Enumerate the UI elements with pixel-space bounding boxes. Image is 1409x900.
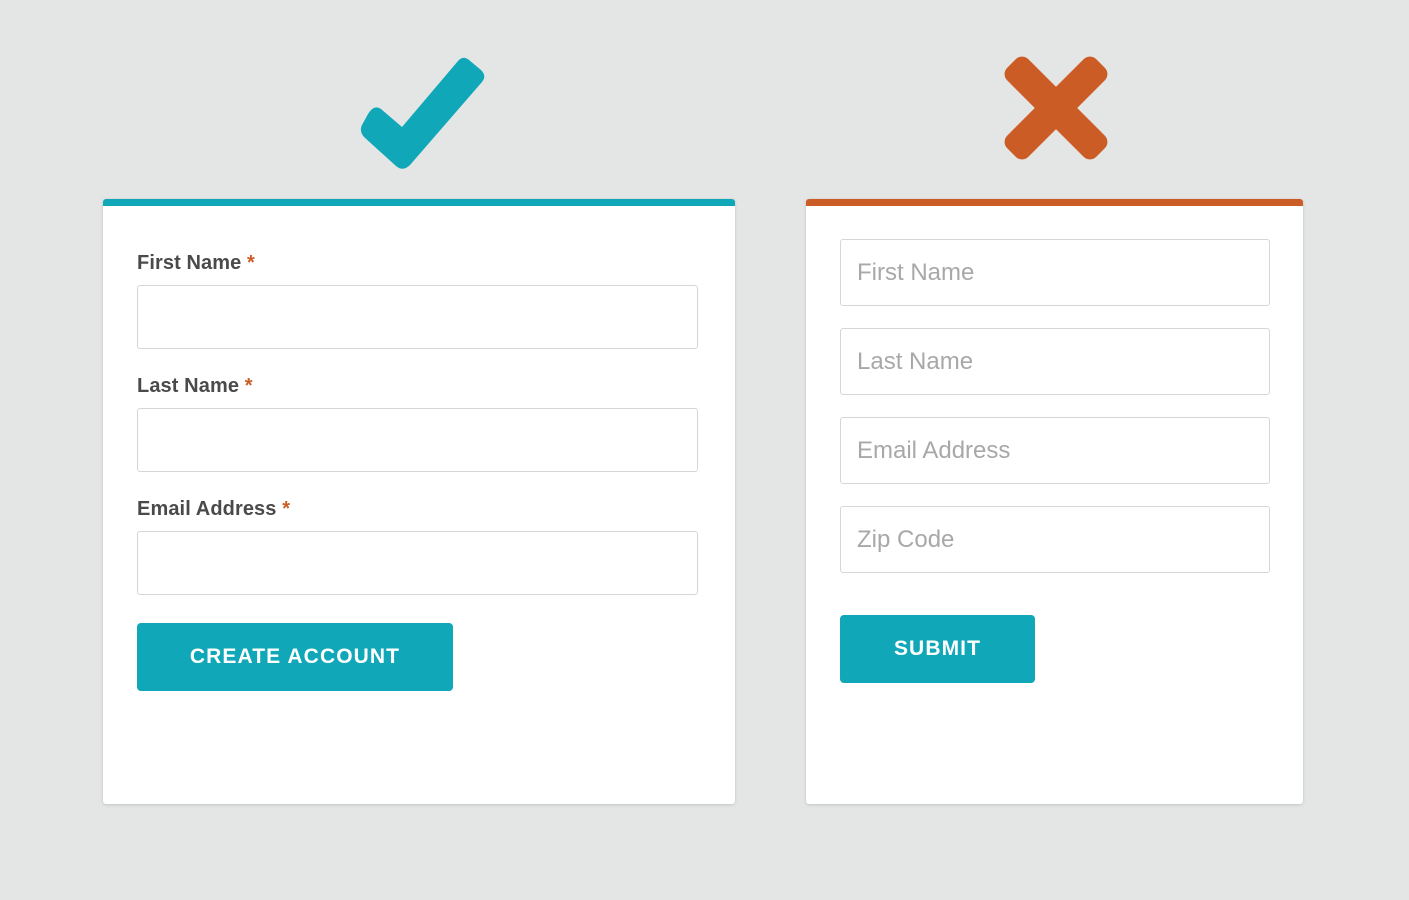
input-placeholder-email-address[interactable] xyxy=(840,417,1270,484)
label-email-address-text: Email Address xyxy=(137,498,277,520)
card-accent-bar-orange xyxy=(806,199,1303,206)
field-group-placeholder-first-name xyxy=(840,239,1270,306)
field-group-first-name: First Name * xyxy=(137,252,699,349)
field-group-placeholder-email-address xyxy=(840,417,1270,484)
checkmark-icon xyxy=(352,52,488,172)
input-last-name[interactable] xyxy=(137,408,698,472)
field-group-placeholder-last-name xyxy=(840,328,1270,395)
submit-button[interactable]: SUBMIT xyxy=(840,615,1035,683)
label-last-name-text: Last Name xyxy=(137,375,240,397)
required-asterisk-email-address: * xyxy=(282,498,291,520)
input-placeholder-zip-code[interactable] xyxy=(840,506,1270,573)
card-accent-bar-teal xyxy=(103,199,735,206)
label-email-address: Email Address * xyxy=(137,498,699,520)
good-form-card: First Name * Last Name * Email Address *… xyxy=(103,199,735,804)
input-placeholder-last-name[interactable] xyxy=(840,328,1270,395)
field-group-email-address: Email Address * xyxy=(137,498,699,595)
create-account-button[interactable]: CREATE ACCOUNT xyxy=(137,623,453,691)
label-last-name: Last Name * xyxy=(137,375,699,397)
input-first-name[interactable] xyxy=(137,285,698,349)
comparison-stage: First Name * Last Name * Email Address *… xyxy=(0,0,1409,900)
bad-form-body: SUBMIT xyxy=(806,206,1303,804)
good-form-body: First Name * Last Name * Email Address *… xyxy=(103,206,735,804)
bad-form-card: SUBMIT xyxy=(806,199,1303,804)
field-group-placeholder-zip-code xyxy=(840,506,1270,573)
field-group-last-name: Last Name * xyxy=(137,375,699,472)
required-asterisk-first-name: * xyxy=(247,252,255,274)
cross-icon xyxy=(996,48,1116,168)
label-first-name-text: First Name xyxy=(137,252,242,274)
input-placeholder-first-name[interactable] xyxy=(840,239,1270,306)
input-email-address[interactable] xyxy=(137,531,698,595)
required-asterisk-last-name: * xyxy=(244,375,253,397)
label-first-name: First Name * xyxy=(137,252,699,274)
